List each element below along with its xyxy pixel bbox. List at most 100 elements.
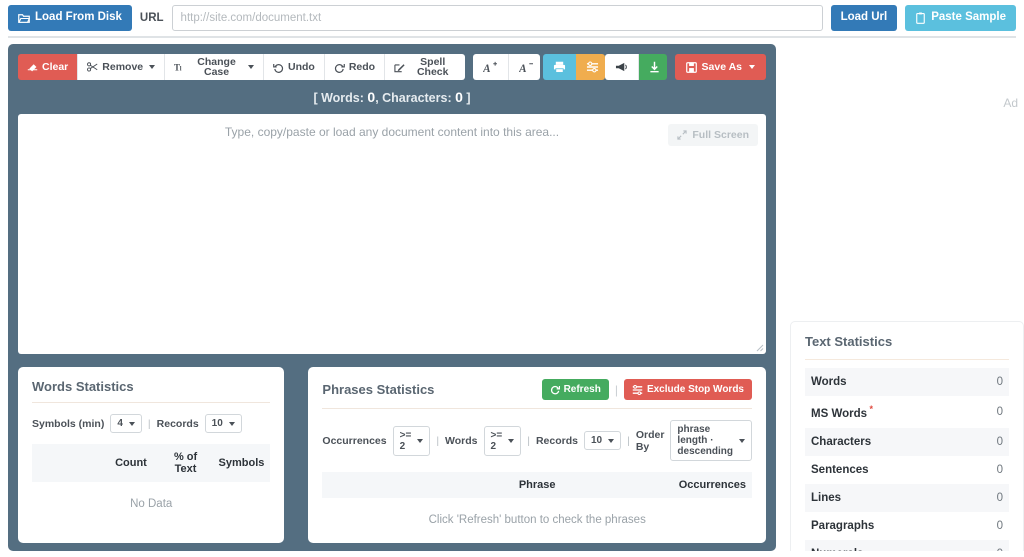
ad-slot: Ad	[1003, 96, 1018, 110]
print-button[interactable]	[543, 54, 577, 80]
refresh-icon	[550, 385, 560, 395]
chevron-down-icon	[508, 438, 515, 443]
words-col-percent: % of Text	[158, 444, 213, 482]
text-statistics-row-label: Words	[805, 368, 969, 396]
url-toolbar: Load From Disk URL Load Url Paste Sample	[0, 0, 1024, 36]
phrases-statistics-actions: Refresh | Exclude Stop Words	[541, 379, 752, 400]
chevron-down-icon	[749, 65, 755, 69]
decrease-font-size-button[interactable]: A	[509, 54, 541, 80]
text-statistics-row: Words 0	[805, 368, 1009, 396]
text-statistics-row-label: Sentences	[811, 463, 869, 476]
url-input[interactable]	[171, 5, 823, 31]
format-text-button[interactable]	[576, 54, 606, 80]
font-decrease-icon: A	[519, 61, 534, 74]
clear-label: Clear	[42, 60, 69, 73]
phrases-statistics-card: Phrases Statistics Refresh | Exclude Sto…	[308, 367, 766, 543]
symbols-min-label: Symbols (min)	[32, 417, 105, 430]
expand-icon	[677, 130, 688, 140]
full-screen-label: Full Screen	[692, 129, 749, 141]
remove-button[interactable]: Remove	[78, 54, 166, 80]
text-statistics-row-value: 0	[968, 427, 1009, 456]
text-statistics-row-value: 0	[968, 483, 1009, 512]
download-button[interactable]	[639, 54, 667, 80]
words-col-symbols: Symbols	[212, 444, 271, 482]
save-as-label: Save As	[701, 60, 742, 73]
paste-sample-button[interactable]: Paste Sample	[905, 5, 1016, 31]
filter-separator: |	[627, 434, 630, 447]
undo-label: Undo	[287, 60, 315, 73]
phrase-records-select[interactable]: 10	[583, 431, 622, 450]
phrase-words-label: Words	[445, 434, 478, 447]
phrase-records-value: 10	[590, 435, 603, 446]
text-statistics-row-label: MS Words *	[811, 404, 874, 420]
editor-panel: Clear Remove Tl Change Case Undo Redo Sp…	[8, 44, 776, 551]
workspace: Clear Remove Tl Change Case Undo Redo Sp…	[0, 38, 1024, 551]
svg-text:l: l	[180, 65, 182, 72]
resize-handle[interactable]	[754, 342, 764, 352]
symbols-min-select[interactable]: 4	[110, 414, 142, 433]
svg-text:A: A	[519, 63, 526, 74]
load-from-disk-label: Load From Disk	[35, 11, 122, 24]
text-statistics-row-label: Numerals	[805, 539, 969, 551]
words-statistics-header-row: Count % of Text Symbols	[32, 444, 271, 482]
save-as-button[interactable]: Save As	[674, 54, 766, 80]
right-sidebar: Ad Text Statistics Words 0 MS Words * 0 Char…	[784, 38, 1024, 551]
megaphone-icon	[615, 61, 628, 73]
chevron-down-icon	[247, 65, 254, 69]
text-statistics-row: Lines 0	[805, 483, 1009, 512]
increase-font-size-button[interactable]: A	[473, 54, 510, 80]
text-statistics-row-label: Characters	[805, 427, 969, 456]
load-url-label: Load Url	[840, 11, 888, 24]
load-url-button[interactable]: Load Url	[830, 5, 898, 31]
words-col-count: Count	[103, 444, 159, 482]
words-statistics-empty-row: No Data	[32, 482, 270, 526]
floppy-disk-icon	[685, 61, 697, 73]
phrases-col-occurrences: Occurrences	[614, 472, 752, 498]
words-records-select[interactable]: 10	[204, 414, 242, 433]
url-label: URL	[139, 12, 164, 24]
announce-button[interactable]	[605, 54, 640, 80]
phrases-statistics-empty-row: Click 'Refresh' button to check the phra…	[322, 498, 752, 542]
document-textarea[interactable]: Type, copy/paste or load any document co…	[18, 114, 766, 354]
refresh-button[interactable]: Refresh	[541, 379, 609, 400]
order-by-value: phrase length · descending	[677, 424, 733, 457]
actions-divider: |	[614, 382, 618, 397]
paste-sample-label: Paste Sample	[931, 11, 1006, 24]
text-statistics-title: Text Statistics	[805, 334, 893, 349]
chevron-down-icon	[149, 65, 156, 69]
change-case-button[interactable]: Tl Change Case	[165, 54, 264, 80]
refresh-label: Refresh	[563, 384, 601, 395]
exclude-stop-words-label: Exclude Stop Words	[646, 384, 744, 395]
clear-button[interactable]: Clear	[18, 54, 79, 80]
chevron-down-icon	[128, 421, 135, 426]
words-col-word	[32, 444, 104, 482]
counter-prefix: [ Words:	[313, 91, 364, 105]
occurrences-select[interactable]: >= 2	[392, 425, 431, 456]
chevron-down-icon	[417, 438, 424, 443]
spell-check-button[interactable]: Spell Check	[385, 54, 466, 80]
phrase-words-select[interactable]: >= 2	[483, 425, 522, 456]
spell-check-label: Spell Check	[416, 55, 449, 78]
redo-icon	[334, 62, 345, 73]
words-statistics-title: Words Statistics	[32, 379, 134, 394]
text-statistics-row-label: Paragraphs	[811, 519, 875, 532]
statistics-cards: Words Statistics Symbols (min) 4 | Recor…	[18, 367, 766, 543]
counter-characters-value: 0	[455, 89, 463, 105]
words-statistics-filters: Symbols (min) 4 | Records 10	[32, 403, 270, 444]
full-screen-button[interactable]: Full Screen	[668, 124, 758, 146]
text-statistics-row-value: 0	[996, 405, 1003, 418]
words-statistics-empty-text: No Data	[130, 498, 173, 510]
undo-button[interactable]: Undo	[263, 54, 325, 80]
filter-separator: |	[147, 417, 151, 430]
redo-button[interactable]: Redo	[324, 54, 386, 80]
exclude-stop-words-button[interactable]: Exclude Stop Words	[623, 379, 752, 400]
scissors-icon	[87, 62, 98, 72]
order-by-select[interactable]: phrase length · descending	[670, 420, 752, 461]
word-character-counter: [ Words: 0, Characters: 0 ]	[18, 89, 766, 105]
text-statistics-table: Words 0 MS Words * 0 Characters 0 Sentences 0 Li…	[805, 368, 1009, 551]
text-statistics-row-value: 0	[968, 368, 1009, 396]
occurrences-value: >= 2	[399, 429, 412, 452]
load-from-disk-button[interactable]: Load From Disk	[8, 5, 132, 31]
font-size-group: A A	[473, 54, 541, 80]
phrases-statistics-empty-text: Click 'Refresh' button to check the phra…	[428, 514, 646, 526]
